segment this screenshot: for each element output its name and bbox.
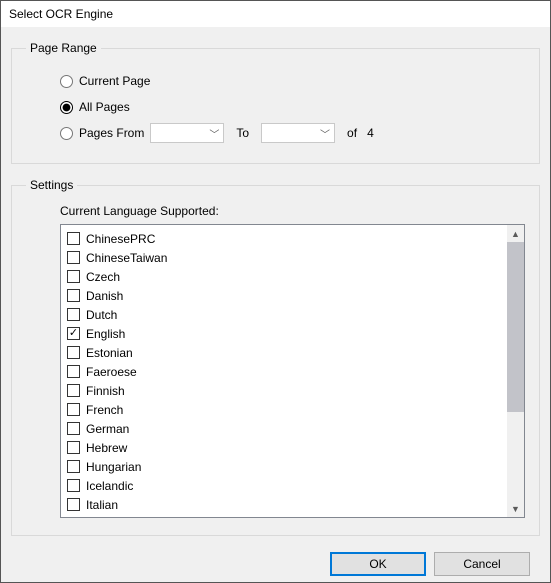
list-item[interactable]: ChinesePRC	[67, 229, 501, 248]
language-checkbox[interactable]	[67, 346, 80, 359]
language-label: Estonian	[86, 346, 133, 360]
language-checkbox[interactable]	[67, 422, 80, 435]
list-item[interactable]: Dutch	[67, 305, 501, 324]
language-checkbox[interactable]	[67, 403, 80, 416]
scroll-down-arrow-icon[interactable]: ▼	[507, 500, 524, 517]
language-checkbox[interactable]	[67, 441, 80, 454]
language-checkbox[interactable]	[67, 327, 80, 340]
language-label: Danish	[86, 289, 123, 303]
language-label: Hungarian	[86, 460, 141, 474]
language-label: French	[86, 403, 123, 417]
list-item[interactable]: Hebrew	[67, 438, 501, 457]
list-item[interactable]: Czech	[67, 267, 501, 286]
language-list-body: ChinesePRC ChineseTaiwan Czech Danish Dutch E…	[61, 225, 507, 517]
dialog-buttons: OK Cancel	[11, 544, 540, 576]
radio-pages-from-label: Pages From	[79, 126, 144, 140]
list-item[interactable]: Faeroese	[67, 362, 501, 381]
language-label: Finnish	[86, 384, 125, 398]
list-item[interactable]: Icelandic	[67, 476, 501, 495]
language-label: ChineseTaiwan	[86, 251, 167, 265]
radio-pages-from-row[interactable]: Pages From ﹀ To ﹀ of 4	[60, 123, 525, 143]
radio-current-page[interactable]	[60, 75, 73, 88]
list-item[interactable]: Hungarian	[67, 457, 501, 476]
list-item[interactable]: Finnish	[67, 381, 501, 400]
list-item[interactable]: English	[67, 324, 501, 343]
list-item[interactable]: Italian	[67, 495, 501, 514]
radio-pages-from[interactable]	[60, 127, 73, 140]
page-range-legend: Page Range	[26, 41, 101, 55]
cancel-button[interactable]: Cancel	[434, 552, 530, 576]
language-label: ChinesePRC	[86, 232, 155, 246]
language-supported-label: Current Language Supported:	[60, 204, 525, 218]
list-item[interactable]: French	[67, 400, 501, 419]
language-checkbox[interactable]	[67, 270, 80, 283]
language-checkbox[interactable]	[67, 384, 80, 397]
language-checkbox[interactable]	[67, 251, 80, 264]
language-checkbox[interactable]	[67, 232, 80, 245]
page-from-combo[interactable]: ﹀	[150, 123, 224, 143]
dialog-window: Select OCR Engine Page Range Current Pag…	[0, 0, 551, 583]
language-label: Icelandic	[86, 479, 133, 493]
language-checkbox[interactable]	[67, 479, 80, 492]
pages-total: 4	[367, 126, 374, 140]
list-item[interactable]: Danish	[67, 286, 501, 305]
language-label: German	[86, 422, 129, 436]
language-label: Hebrew	[86, 441, 127, 455]
chevron-down-icon: ﹀	[209, 126, 219, 141]
list-item[interactable]: Estonian	[67, 343, 501, 362]
language-checkbox[interactable]	[67, 308, 80, 321]
language-label: Czech	[86, 270, 120, 284]
radio-current-page-row[interactable]: Current Page	[60, 71, 525, 91]
language-checkbox[interactable]	[67, 460, 80, 473]
radio-all-pages-row[interactable]: All Pages	[60, 97, 525, 117]
list-item[interactable]: ChineseTaiwan	[67, 248, 501, 267]
language-label: Faeroese	[86, 365, 137, 379]
radio-all-pages-label: All Pages	[79, 100, 130, 114]
window-title: Select OCR Engine	[9, 7, 113, 21]
listbox-scrollbar[interactable]: ▲ ▼	[507, 225, 524, 517]
language-checkbox[interactable]	[67, 289, 80, 302]
language-label: Italian	[86, 498, 118, 512]
pages-of-label: of	[347, 126, 357, 140]
language-label: English	[86, 327, 125, 341]
title-bar: Select OCR Engine	[1, 1, 550, 27]
ok-button[interactable]: OK	[330, 552, 426, 576]
language-checkbox[interactable]	[67, 498, 80, 511]
settings-legend: Settings	[26, 178, 77, 192]
client-area: Page Range Current Page All Pages Pages …	[1, 27, 550, 582]
language-checkbox[interactable]	[67, 365, 80, 378]
list-item[interactable]: German	[67, 419, 501, 438]
chevron-down-icon: ﹀	[320, 126, 330, 141]
settings-group: Settings Current Language Supported: Chi…	[11, 178, 540, 536]
scroll-thumb[interactable]	[507, 242, 524, 412]
pages-to-label: To	[236, 126, 249, 140]
scroll-up-arrow-icon[interactable]: ▲	[507, 225, 524, 242]
radio-all-pages[interactable]	[60, 101, 73, 114]
language-listbox[interactable]: ChinesePRC ChineseTaiwan Czech Danish Dutch E…	[60, 224, 525, 518]
page-range-group: Page Range Current Page All Pages Pages …	[11, 41, 540, 164]
page-to-combo[interactable]: ﹀	[261, 123, 335, 143]
language-label: Dutch	[86, 308, 117, 322]
radio-current-page-label: Current Page	[79, 74, 150, 88]
